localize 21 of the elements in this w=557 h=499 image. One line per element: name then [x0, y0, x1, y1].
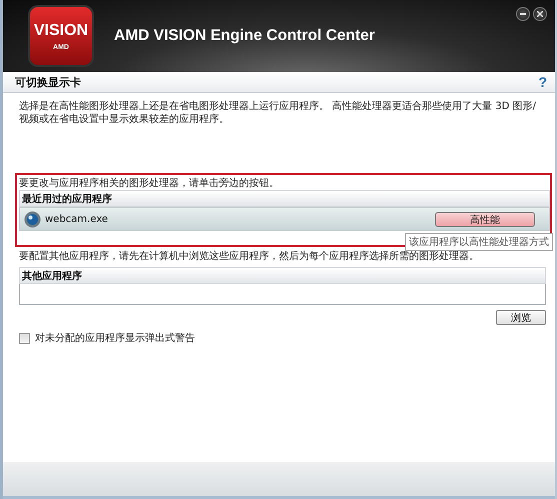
checkbox[interactable]: [19, 332, 30, 344]
logo-wordmark: VISION: [34, 22, 88, 40]
section-title: 可切换显示卡: [15, 74, 81, 90]
minimize-icon: [520, 13, 526, 15]
close-icon: [537, 11, 543, 17]
window-title: AMD VISION Engine Control Center: [114, 27, 375, 45]
tooltip: 该应用程序以高性能处理器方式: [405, 233, 553, 251]
gpu-mode-button[interactable]: 高性能: [435, 212, 535, 226]
browse-button[interactable]: 浏览: [496, 310, 546, 325]
help-button[interactable]: ?: [538, 74, 547, 90]
close-button[interactable]: [533, 7, 547, 21]
list-header: 其他应用程序: [19, 267, 546, 284]
app-row[interactable]: webcam.exe 高性能: [19, 207, 550, 231]
list-header: 最近用过的应用程序: [19, 190, 550, 207]
minimize-button[interactable]: [516, 7, 530, 21]
checkbox-label: 对未分配的应用程序显示弹出式警告: [35, 332, 195, 345]
description-text: 选择是在高性能图形处理器上还是在省电图形处理器上运行应用程序。 高性能处理器更适合那些使用了大量 3D 图形/视频或在省电设置中显示效果较差的应用程序。: [19, 100, 537, 126]
instruction-text: 要更改与应用程序相关的图形处理器，请单击旁边的按钮。: [19, 177, 280, 190]
app-name: webcam.exe: [45, 214, 109, 224]
webcam-icon: [24, 210, 41, 228]
instruction-text: 要配置其他应用程序，请先在计算机中浏览这些应用程序，然后为每个应用程序选择所需的图形处理器。: [19, 250, 480, 263]
